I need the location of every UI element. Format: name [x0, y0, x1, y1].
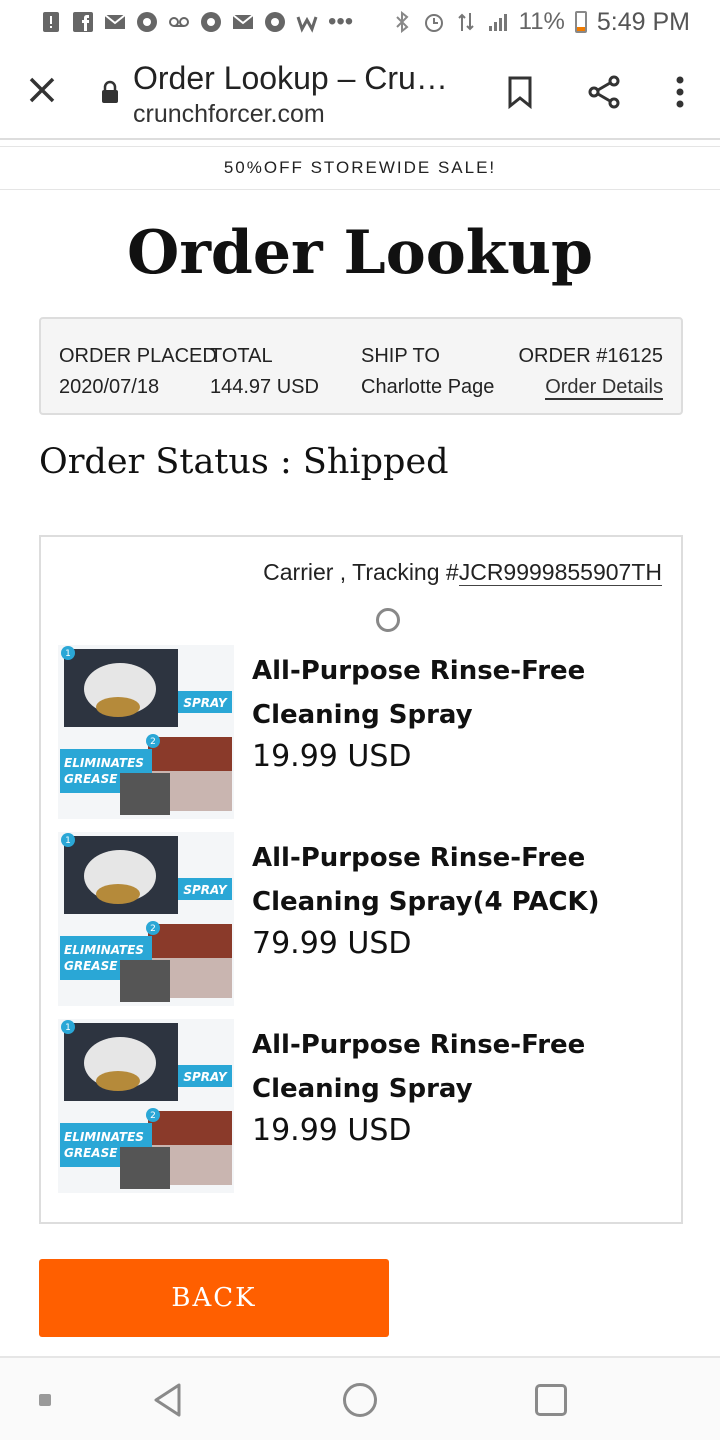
wish-icon [296, 16, 318, 33]
chrome-icon [201, 12, 221, 32]
chrome-icon [137, 12, 157, 32]
status-bar: ••• 11% 5:49 PM [0, 0, 720, 44]
product-price: 79.99 USD [252, 926, 412, 961]
battery-icon [574, 11, 587, 33]
url-field[interactable]: crunchforcer.com [133, 100, 325, 129]
product-price: 19.99 USD [252, 739, 412, 774]
alarm-icon [424, 14, 443, 32]
product-thumbnail[interactable]: 1 SPRAY 2 ELIMINATES GREASE [58, 1019, 234, 1193]
order-placed-label: ORDER PLACED [59, 345, 217, 367]
tracking-label: Carrier , Tracking # [263, 559, 459, 585]
shipment-panel: Carrier , Tracking #JCR9999855907TH 1 SP… [39, 535, 683, 1224]
order-total: TOTAL 144.97 USD [210, 341, 319, 403]
step-number: 1 [65, 1023, 71, 1033]
bookmark-icon[interactable] [500, 72, 540, 112]
thumb-badge-spray: SPRAY [183, 696, 228, 710]
signal-icon [488, 14, 507, 31]
mail-icon [104, 14, 126, 29]
thumb-badge-grease: GREASE [64, 772, 118, 786]
battery-percent: 11% [518, 8, 565, 35]
bluetooth-icon [395, 11, 409, 33]
nav-home-icon[interactable] [343, 1383, 377, 1417]
mail-icon [232, 14, 254, 29]
nav-back-icon[interactable] [152, 1382, 184, 1418]
product-name[interactable]: All-Purpose Rinse-Free Cleaning Spray [252, 649, 662, 737]
order-placed: ORDER PLACED 2020/07/18 [59, 341, 217, 403]
product-price: 19.99 USD [252, 1113, 412, 1148]
product-thumbnail[interactable]: 1 SPRAY 2 ELIMINATES GREASE [58, 645, 234, 819]
more-menu-icon[interactable] [664, 72, 696, 112]
tracking-number-link[interactable]: JCR9999855907TH [458, 559, 662, 586]
step-number: 2 [150, 924, 156, 934]
page-title: Order Lookup [127, 218, 593, 288]
back-button[interactable]: BACK [39, 1259, 389, 1337]
thumb-badge-spray: SPRAY [183, 1070, 228, 1084]
thumb-badge-eliminates: ELIMINATES [64, 943, 144, 957]
product-name[interactable]: All-Purpose Rinse-Free Cleaning Spray [252, 1023, 662, 1111]
order-status: Order Status : Shipped [39, 442, 449, 482]
tracking-info: Carrier , Tracking #JCR9999855907TH [263, 559, 662, 586]
product-name[interactable]: All-Purpose Rinse-Free Cleaning Spray(4 … [252, 836, 662, 924]
order-summary: ORDER PLACED 2020/07/18 TOTAL 144.97 USD… [39, 317, 683, 415]
order-placed-value: 2020/07/18 [59, 376, 160, 398]
voicemail-icon [169, 17, 189, 27]
order-total-value: 144.97 USD [210, 376, 319, 398]
step-number: 1 [65, 836, 71, 846]
ship-to: SHIP TO Charlotte Page [361, 341, 494, 403]
browser-toolbar: Order Lookup – Cru… crunchforcer.com [0, 44, 720, 140]
chrome-icon [265, 12, 285, 32]
nav-indicator-icon[interactable] [39, 1394, 51, 1406]
thumb-badge-eliminates: ELIMINATES [64, 756, 144, 770]
thumb-badge-eliminates: ELIMINATES [64, 1130, 144, 1144]
product-thumbnail[interactable]: 1 SPRAY 2 ELIMINATES GREASE [58, 832, 234, 1006]
system-nav-bar [0, 1356, 720, 1440]
data-transfer-icon [457, 13, 474, 31]
alert-icon [43, 12, 59, 32]
thumb-badge-spray: SPRAY [183, 883, 228, 897]
thumb-badge-grease: GREASE [64, 959, 118, 973]
thumb-badge-grease: GREASE [64, 1146, 118, 1160]
nav-recent-apps-icon[interactable] [535, 1384, 567, 1416]
ship-to-value: Charlotte Page [361, 376, 495, 398]
order-number-block: ORDER #16125 Order Details [518, 341, 663, 403]
notification-icons: ••• [40, 8, 353, 36]
close-icon[interactable] [22, 70, 62, 110]
order-number: ORDER #16125 [518, 345, 663, 367]
ship-to-label: SHIP TO [361, 345, 440, 367]
page-title-tab[interactable]: Order Lookup – Cru… [133, 60, 453, 97]
facebook-icon [73, 12, 93, 32]
clock: 5:49 PM [596, 7, 690, 36]
order-details-link[interactable]: Order Details [545, 376, 663, 400]
sale-banner[interactable]: 50%OFF STOREWIDE SALE! [0, 146, 720, 190]
lock-icon[interactable] [100, 80, 120, 104]
system-icons: 11% 5:49 PM [391, 8, 690, 37]
order-total-label: TOTAL [210, 345, 273, 367]
loading-spinner-icon [376, 608, 400, 632]
step-number: 2 [150, 1111, 156, 1121]
list-item[interactable]: 1 SPRAY 2 ELIMINATES GREASE All-Purpose … [58, 832, 668, 1008]
share-icon[interactable] [584, 72, 624, 112]
list-item[interactable]: 1 SPRAY 2 ELIMINATES GREASE All-Purpose … [58, 1019, 668, 1195]
step-number: 1 [65, 649, 71, 659]
step-number: 2 [150, 737, 156, 747]
more-notifications-icon: ••• [328, 8, 354, 35]
list-item[interactable]: 1 SPRAY 2 ELIMINATES GREASE All-Purpose … [58, 645, 668, 821]
